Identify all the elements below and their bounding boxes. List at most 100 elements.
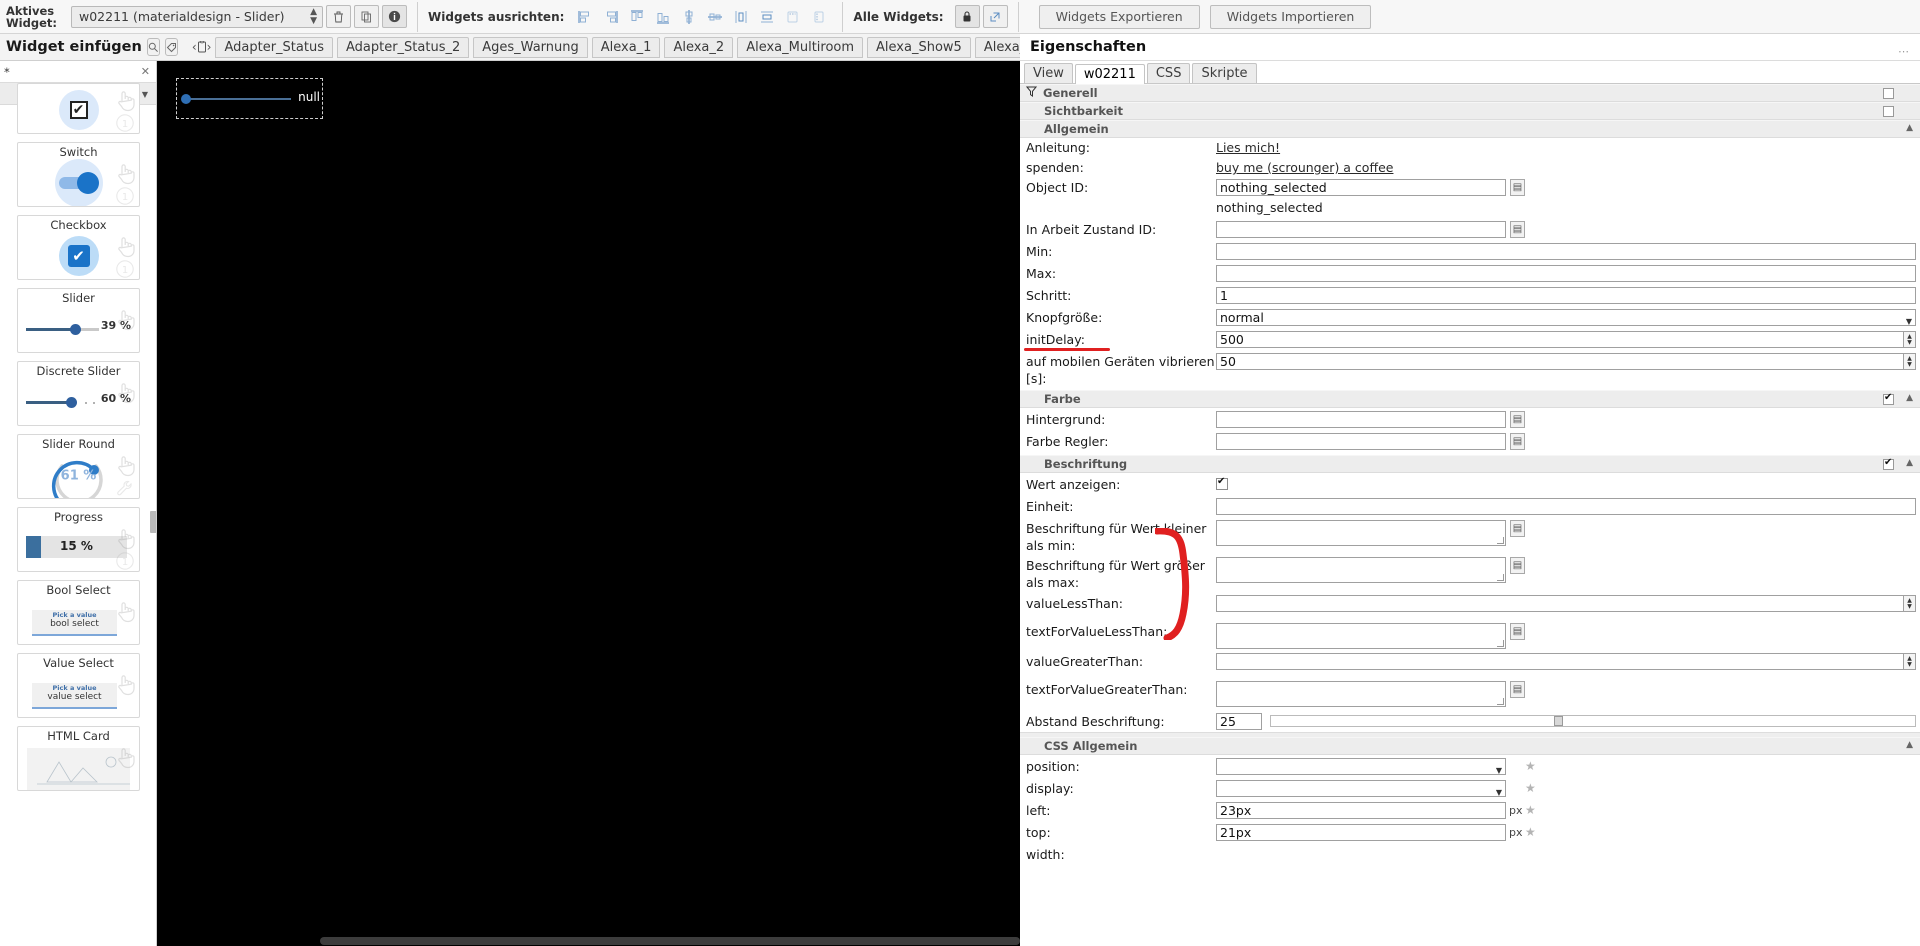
anleitung-link[interactable]: Lies mich! — [1216, 139, 1280, 156]
magnifier-icon[interactable] — [146, 38, 160, 56]
besch-kleiner-picker-icon[interactable]: ▤ — [1510, 520, 1525, 537]
value-greater-than-stepper[interactable]: ▲ ▼ — [1903, 653, 1916, 670]
besch-groesser-textarea[interactable] — [1216, 557, 1506, 583]
view-tab[interactable]: Alexa_1 — [591, 36, 661, 58]
properties-menu-icon[interactable]: ⋯ — [1898, 45, 1910, 58]
selected-widget-slider[interactable]: null — [176, 78, 323, 119]
in-arbeit-picker-icon[interactable]: ▤ — [1510, 221, 1525, 238]
min-input[interactable] — [1216, 243, 1916, 260]
page-icon[interactable] — [197, 37, 207, 57]
text-for-value-greater-than-picker-icon[interactable]: ▤ — [1510, 681, 1525, 698]
export-widgets-button[interactable]: Widgets Exportieren — [1038, 4, 1200, 29]
position-star-icon[interactable]: ★ — [1525, 758, 1536, 775]
widget-card[interactable]: Slider 39 % — [17, 288, 140, 353]
chevron-up-icon[interactable]: ▲ — [1906, 458, 1913, 468]
info-icon[interactable] — [382, 5, 407, 28]
widget-card[interactable]: Progress 15 % 1 — [17, 507, 140, 572]
trash-icon[interactable] — [326, 5, 351, 28]
view-tab[interactable]: Ages_Warnung — [473, 36, 588, 58]
value-less-than-stepper[interactable]: ▲ ▼ — [1903, 595, 1916, 612]
slider-knob[interactable] — [181, 94, 191, 104]
schritt-input[interactable]: 1 — [1216, 287, 1916, 304]
text-for-value-less-than-picker-icon[interactable]: ▤ — [1510, 623, 1525, 640]
section-generell[interactable]: Generell — [1020, 84, 1920, 102]
widget-card[interactable]: Value Select Pick a value value select — [17, 653, 140, 718]
section-sichtbarkeit[interactable]: Sichtbarkeit — [1020, 102, 1920, 120]
farbe-regler-input[interactable] — [1216, 433, 1506, 450]
text-for-value-less-than-textarea[interactable] — [1216, 623, 1506, 649]
view-tab[interactable]: Alexa_Show5 — [867, 36, 971, 58]
section-beschriftung[interactable]: Beschriftung ▲ — [1020, 455, 1920, 473]
properties-tab-w02211[interactable]: w02211 — [1074, 64, 1145, 84]
same-width-icon[interactable] — [781, 5, 805, 29]
view-tab[interactable]: Adapter_Status_2 — [336, 36, 470, 58]
copy-icon[interactable] — [354, 5, 379, 28]
object-id-picker-icon[interactable]: ▤ — [1510, 179, 1525, 196]
value-greater-than-input[interactable] — [1216, 653, 1904, 670]
besch-groesser-picker-icon[interactable]: ▤ — [1510, 557, 1525, 574]
left-star-icon[interactable]: ★ — [1525, 802, 1536, 819]
spenden-link[interactable]: buy me (scrounger) a coffee — [1216, 159, 1393, 176]
value-less-than-input[interactable] — [1216, 595, 1904, 612]
init-delay-stepper[interactable]: ▲ ▼ — [1903, 331, 1916, 348]
align-center-vertical-icon[interactable] — [677, 5, 701, 29]
in-arbeit-input[interactable] — [1216, 221, 1506, 238]
section-sichtbarkeit-checkbox[interactable] — [1883, 106, 1894, 117]
widget-card[interactable]: Bool Select Pick a value bool select — [17, 580, 140, 645]
vibrieren-stepper[interactable]: ▲ ▼ — [1903, 353, 1916, 370]
besch-kleiner-textarea[interactable] — [1216, 520, 1506, 546]
text-for-value-greater-than-textarea[interactable] — [1216, 681, 1506, 707]
einheit-input[interactable] — [1216, 498, 1916, 515]
widget-card[interactable]: Discrete Slider 60 % — [17, 361, 140, 426]
top-star-icon[interactable]: ★ — [1525, 824, 1536, 841]
display-select[interactable]: ▼ — [1216, 780, 1506, 797]
widget-filter-value[interactable]: * — [4, 65, 10, 79]
align-right-icon[interactable] — [599, 5, 623, 29]
hintergrund-picker-icon[interactable]: ▤ — [1510, 411, 1525, 428]
align-center-horizontal-icon[interactable] — [703, 5, 727, 29]
widget-card[interactable]: HTML CardTitle — [17, 726, 140, 791]
object-id-input[interactable]: nothing_selected — [1216, 179, 1506, 196]
import-widgets-button[interactable]: Widgets Importieren — [1209, 4, 1372, 29]
abstand-input[interactable]: 25 — [1216, 713, 1262, 730]
init-delay-input[interactable]: 500 — [1216, 331, 1904, 348]
properties-tab-view[interactable]: View — [1024, 63, 1073, 83]
properties-tab-css[interactable]: CSS — [1146, 63, 1191, 83]
left-input[interactable]: 23px — [1216, 802, 1506, 819]
section-generell-checkbox[interactable] — [1883, 88, 1894, 99]
distribute-horizontal-icon[interactable] — [729, 5, 753, 29]
chevron-up-icon[interactable]: ▲ — [1906, 123, 1913, 133]
position-select[interactable]: ▼ — [1216, 758, 1506, 775]
abstand-slider[interactable] — [1270, 715, 1916, 727]
section-beschriftung-checkbox[interactable] — [1883, 457, 1894, 470]
align-left-icon[interactable] — [573, 5, 597, 29]
knopfgroesse-select[interactable]: normal ▼ — [1216, 309, 1916, 326]
widget-card[interactable]: Switch 1 — [17, 142, 140, 207]
view-tab[interactable]: Alexa_2 — [664, 36, 734, 58]
max-input[interactable] — [1216, 265, 1916, 282]
same-height-icon[interactable] — [807, 5, 831, 29]
close-icon[interactable]: ✕ — [141, 65, 150, 78]
vibrieren-input[interactable]: 50 — [1216, 353, 1904, 370]
chevron-down-icon[interactable]: ▼ — [142, 90, 148, 99]
view-tab[interactable]: Adapter_Status — [215, 36, 333, 58]
display-star-icon[interactable]: ★ — [1525, 780, 1536, 797]
section-farbe[interactable]: Farbe ▲ — [1020, 390, 1920, 408]
view-tab[interactable]: Alexa_Show5_Daten — [974, 36, 1020, 58]
align-bottom-icon[interactable] — [651, 5, 675, 29]
view-tab[interactable]: Alexa_Multiroom — [737, 36, 864, 58]
align-top-icon[interactable] — [625, 5, 649, 29]
sidebar-scrollbar[interactable] — [150, 511, 156, 533]
view-canvas[interactable]: null — [157, 61, 1020, 946]
hintergrund-input[interactable] — [1216, 411, 1506, 428]
chevron-up-icon[interactable]: ▲ — [1906, 393, 1913, 403]
tag-icon[interactable] — [164, 38, 178, 56]
farbe-regler-picker-icon[interactable]: ▤ — [1510, 433, 1525, 450]
section-allgemein[interactable]: Allgemein ▲ — [1020, 120, 1920, 138]
distribute-vertical-icon[interactable] — [755, 5, 779, 29]
wert-anzeigen-checkbox[interactable] — [1216, 476, 1228, 490]
widget-card[interactable]: ✔ 1 — [17, 83, 140, 134]
canvas-horizontal-scrollbar[interactable] — [320, 937, 1020, 945]
chevron-up-icon[interactable]: ▲ — [1906, 740, 1913, 750]
section-css-allgemein[interactable]: CSS Allgemein ▲ — [1020, 737, 1920, 755]
